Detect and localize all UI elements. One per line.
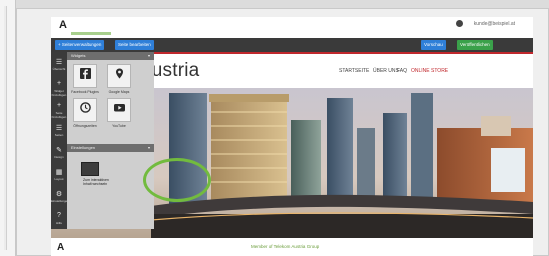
sidebar-item-label: Hilfe	[55, 221, 62, 225]
sidebar-item-layout[interactable]: ▦ Layout	[51, 166, 67, 184]
editor-sidebar: ☰ Übersicht + Widget hinzufügen + Seite …	[51, 52, 70, 229]
widget-label: Öffnungszeiten	[73, 124, 97, 128]
interactive-content-widget[interactable]	[81, 162, 99, 176]
youtube-icon	[114, 104, 125, 112]
widget-label: Google Maps	[108, 90, 130, 94]
plus-icon: +	[56, 102, 62, 109]
preview-button[interactable]: Vorschau	[421, 40, 446, 50]
paint-icon: ✎	[56, 147, 62, 154]
sidebar-item-add-page[interactable]: + Seite hinzufügen	[51, 100, 67, 119]
menu-item-online-store[interactable]: ONLINE STORE	[411, 68, 448, 74]
sidebar-item-overview[interactable]: ☰ Übersicht	[51, 56, 67, 74]
collapse-icon[interactable]: ▾	[148, 145, 150, 150]
gear-icon: ⚙	[55, 191, 63, 198]
sidebar-item-label: Widget hinzufügen	[51, 89, 67, 97]
sidebar-item-design[interactable]: ✎ Design	[51, 144, 67, 162]
help-icon: ?	[57, 212, 61, 219]
collapse-icon[interactable]: ▾	[148, 53, 150, 58]
panel-section-title: Einstellungen	[71, 145, 96, 150]
facebook-icon	[80, 68, 91, 79]
widget-label: Facebook Plugins	[71, 90, 99, 94]
sidebar-item-label: Design	[54, 155, 64, 159]
menu-item-faq[interactable]: FAQ	[397, 68, 407, 74]
footer-text[interactable]: Member of Telekom Austria Group	[251, 244, 319, 249]
site-footer: A Member of Telekom Austria Group	[51, 238, 533, 256]
footer-logo: A	[57, 242, 65, 253]
user-icon[interactable]	[456, 20, 463, 27]
list-icon: ☰	[55, 125, 63, 132]
menu-item-about[interactable]: ÜBER UNS	[373, 68, 399, 74]
widget-panel: ☰ Übersicht + Widget hinzufügen + Seite …	[51, 52, 154, 229]
widget-panel-content: Widgets ▾ Facebook Plugins Google Maps Ö…	[67, 52, 154, 229]
sidebar-item-settings[interactable]: ⚙ Einstellungen	[51, 188, 70, 206]
plus-icon: +	[56, 80, 62, 87]
page-admin-button[interactable]: + Seitenverwaltungen	[55, 40, 105, 50]
panel-section-header[interactable]: Widgets ▾	[67, 52, 154, 60]
previous-page-scrollbar	[4, 6, 7, 250]
sidebar-item-help[interactable]: ? Hilfe	[51, 210, 67, 228]
widget-facebook[interactable]	[73, 64, 97, 88]
publish-button[interactable]: Veröffentlichen	[457, 40, 493, 50]
widget-opening-hours[interactable]	[73, 98, 97, 122]
editor-toolbar: + Seitenverwaltungen Seite bearbeiten Vo…	[51, 38, 533, 52]
panel-section-header[interactable]: Einstellungen ▾	[67, 144, 154, 152]
previous-page-strip	[0, 0, 16, 256]
menu-icon: ☰	[55, 59, 63, 66]
editor-screen: A kunde@beispiel.at + Seitenverwaltungen…	[51, 17, 533, 256]
editor-logo: A	[59, 19, 67, 31]
sidebar-item-label: Layout	[54, 177, 64, 181]
sidebar-item-label: Seite hinzufügen	[51, 111, 67, 119]
menu-item-home[interactable]: STARTSEITE	[339, 68, 369, 74]
sidebar-item-label: Seiten	[54, 133, 64, 137]
sidebar-item-add-widget[interactable]: + Widget hinzufügen	[51, 78, 67, 97]
clock-icon	[80, 102, 91, 113]
map-pin-icon	[116, 68, 123, 79]
widget-youtube[interactable]	[107, 98, 131, 122]
sidebar-item-pages[interactable]: ☰ Seiten	[51, 122, 67, 140]
sidebar-item-label: Einstellungen	[51, 199, 70, 203]
interactive-content-label: Zum interaktiven Inhalt wechseln	[83, 178, 109, 186]
layout-icon: ▦	[55, 169, 63, 176]
page-settings-button[interactable]: Seite bearbeiten	[115, 40, 154, 50]
highlight-circle	[143, 158, 211, 202]
topbar-active-indicator	[71, 32, 111, 35]
widget-google-maps[interactable]	[107, 64, 131, 88]
sidebar-item-label: Übersicht	[52, 67, 66, 71]
panel-section-title: Widgets	[71, 53, 86, 58]
editor-topbar: A kunde@beispiel.at	[51, 17, 533, 37]
user-email[interactable]: kunde@beispiel.at	[474, 21, 515, 27]
widget-label: YouTube	[112, 124, 126, 128]
